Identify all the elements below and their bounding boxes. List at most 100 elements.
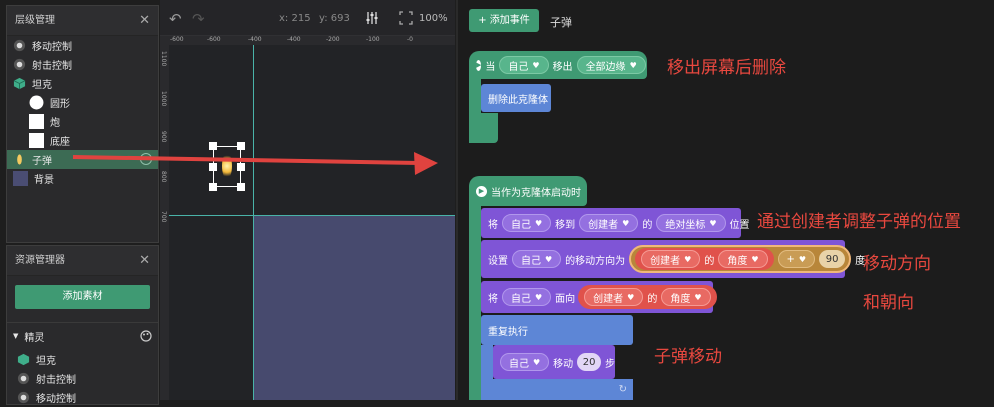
sliders-icon[interactable] [365, 11, 379, 25]
dropdown-arrow-icon: ♥ [627, 292, 635, 302]
layer-item-shoot-control[interactable]: 射击控制 [7, 55, 158, 74]
resize-handle[interactable] [237, 183, 245, 191]
dropdown-creator[interactable]: 创建者 ♥ [579, 214, 639, 232]
sprite-section-label: 精灵 [24, 332, 45, 344]
layer-panel-header: 层级管理 ✕ [7, 6, 158, 36]
dropdown-creator[interactable]: 创建者 ♥ [641, 250, 701, 268]
layer-item-move-control[interactable]: 移动控制 [7, 36, 158, 55]
sprite-section-header[interactable]: ▼ 精灵 [7, 325, 158, 347]
layer-item-label: 炮 [50, 118, 60, 129]
layer-item-background[interactable]: 背景 [7, 169, 158, 188]
layer-item-label: 坦克 [32, 80, 52, 91]
dropdown-arrow-icon: ♥ [684, 254, 692, 264]
resize-handle[interactable] [209, 163, 217, 171]
move-to-block[interactable]: 将 自己 ♥ 移到 创建者 ♥ 的 绝对坐标 ♥ 位置 [481, 208, 750, 238]
dropdown-edge[interactable]: 全部边缘 ♥ [576, 56, 646, 74]
dropdown-self[interactable]: 自己 ♥ [500, 353, 550, 371]
resize-handle[interactable] [209, 142, 217, 150]
palette-icon[interactable] [140, 330, 152, 342]
set-direction-block[interactable]: 设置 自己 ♥ 的移动方向为 创建者 ♥ 的 角度 ♥ + ♥ 90 度 [481, 240, 865, 278]
dropdown-label: 全部边缘 [585, 61, 626, 73]
dropdown-angle[interactable]: 角度 ♥ [718, 250, 768, 268]
dropdown-self[interactable]: 自己 ♥ [502, 288, 552, 306]
bullet-sprite[interactable] [222, 153, 232, 179]
layer-panel-title: 层级管理 [15, 15, 55, 26]
layer-panel: 层级管理 ✕ 移动控制 射击控制 坦克 圆形 炮 底座 子弹 背景 [6, 5, 159, 243]
dropdown-operator[interactable]: + ♥ [777, 250, 816, 268]
asset-item-tank[interactable]: 坦克 [7, 350, 158, 369]
block-word: 设置 [488, 255, 508, 267]
layer-item-bullet[interactable]: 子弹 [7, 150, 158, 169]
redo-icon[interactable]: ↷ [192, 10, 205, 28]
undo-icon[interactable]: ↶ [169, 10, 182, 28]
event-block-clone-start[interactable]: ▶ 当作为克隆体启动时 [469, 176, 587, 206]
block-word: 的 [704, 255, 715, 267]
dropdown-self[interactable]: 自己 ♥ [499, 56, 549, 74]
sprite-tab-bullet[interactable]: 子弹 [550, 14, 572, 30]
creator-property-reporter[interactable]: 创建者 ♥ 的 角度 ♥ [578, 285, 717, 309]
event-block-leave-edge[interactable]: ▶ 当 自己 ♥ 移出 全部边缘 ♥ [469, 51, 647, 79]
stage-background [253, 215, 455, 400]
block-word: 步 [605, 358, 615, 370]
block-word: 当 [485, 61, 496, 73]
asset-item-shoot-control[interactable]: 射击控制 [7, 369, 158, 388]
resize-handle[interactable] [237, 163, 245, 171]
delete-clone-block[interactable]: 删除此克隆体 [481, 84, 551, 112]
number-input-20[interactable]: 20 [577, 353, 601, 371]
layer-item-tank[interactable]: 坦克 [7, 74, 158, 93]
dropdown-arrow-icon: ♥ [532, 60, 540, 70]
asset-item-move-control[interactable]: 移动控制 [7, 388, 158, 407]
asset-panel: 资源管理器 ✕ 添加素材 ▼ 精灵 坦克 射击控制 移动控制 [6, 245, 159, 405]
layer-item-circle[interactable]: 圆形 [7, 93, 158, 112]
face-toward-block[interactable]: 将 自己 ♥ 面向 创建者 ♥ 的 角度 ♥ [481, 281, 717, 313]
ruler-label: 1000 [160, 91, 167, 107]
block-word: 的 [642, 219, 653, 231]
annotation-facing: 和朝向 [863, 293, 914, 313]
creator-property-reporter[interactable]: 创建者 ♥ 的 角度 ♥ [635, 248, 774, 270]
code-editor[interactable]: + 添加事件 子弹 ▶ 当 自己 ♥ 移出 全部边缘 ♥ 删除此克隆体 ▶ 当作为克… [456, 0, 994, 400]
close-icon[interactable]: ✕ [139, 6, 150, 36]
resize-handle[interactable] [237, 142, 245, 150]
layer-item-cannon[interactable]: 炮 [7, 112, 158, 131]
add-operator[interactable]: 创建者 ♥ 的 角度 ♥ + ♥ 90 [629, 245, 852, 273]
forever-loop-block[interactable]: 重复执行 [481, 315, 633, 345]
add-event-button[interactable]: + 添加事件 [469, 9, 539, 32]
ruler-label: -400 [287, 36, 301, 43]
close-icon[interactable]: ✕ [139, 246, 150, 276]
number-input-90[interactable]: 90 [819, 250, 846, 268]
event-block-foot [469, 113, 498, 143]
dropdown-label: 创建者 [593, 293, 624, 305]
dropdown-arrow-icon: ♥ [533, 357, 541, 367]
block-word: 将 [488, 293, 498, 305]
ruler-label: -600 [207, 36, 221, 43]
asset-panel-header: 资源管理器 ✕ [7, 246, 158, 276]
dropdown-self[interactable]: 自己 ♥ [512, 250, 562, 268]
dropdown-label: 自己 [521, 255, 541, 267]
zoom-level[interactable]: 100% [419, 13, 448, 24]
block-word: 移到 [555, 219, 576, 231]
ruler-label: 900 [160, 131, 167, 143]
dropdown-coordinate[interactable]: 绝对坐标 ♥ [656, 214, 726, 232]
add-asset-button[interactable]: 添加素材 [15, 285, 150, 309]
fit-screen-icon[interactable] [399, 11, 413, 25]
move-steps-block[interactable]: 自己 ♥ 移动 20 步 [493, 345, 615, 379]
canvas-toolbar: ↶ ↷ x: 215 y: 693 100% [160, 0, 455, 36]
dropdown-self[interactable]: 自己 ♥ [502, 214, 552, 232]
ruler-label: -100 [366, 36, 380, 43]
chevron-down-icon: ▼ [13, 332, 19, 340]
dropdown-angle[interactable]: 角度 ♥ [661, 288, 711, 306]
asset-item-label: 移动控制 [36, 394, 76, 405]
resize-handle[interactable] [209, 183, 217, 191]
layer-item-base[interactable]: 底座 [7, 131, 158, 150]
visibility-toggle-icon[interactable] [140, 153, 152, 165]
block-word: 当作为克隆体启动时 [491, 187, 581, 199]
background-thumb-icon [13, 171, 28, 186]
play-icon: ▶ [476, 185, 487, 197]
stage-canvas[interactable] [160, 0, 455, 400]
dropdown-creator[interactable]: 创建者 ♥ [584, 288, 644, 306]
dropdown-arrow-icon: ♥ [535, 218, 543, 228]
dropdown-arrow-icon: ♥ [694, 292, 702, 302]
ruler-label: 800 [160, 171, 167, 183]
dropdown-label: 自己 [511, 219, 531, 231]
joystick-icon [17, 372, 30, 385]
